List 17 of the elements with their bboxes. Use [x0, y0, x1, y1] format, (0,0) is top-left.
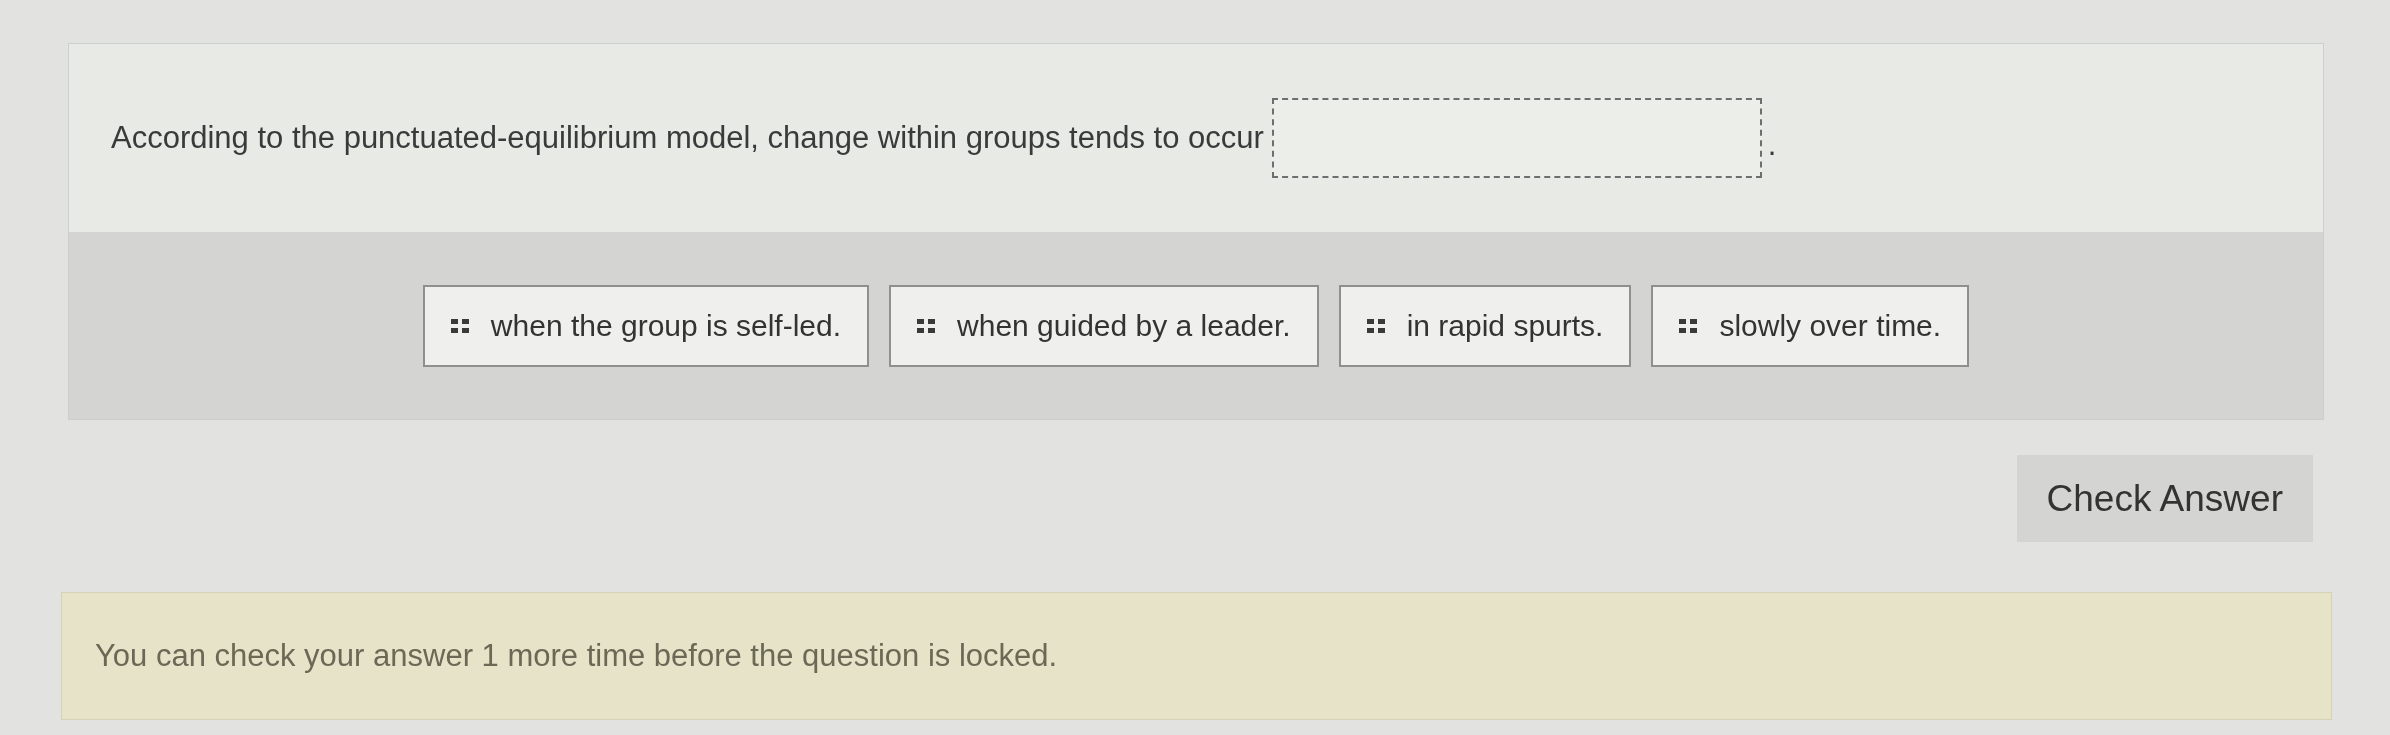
answer-choice-chip[interactable]: when guided by a leader.: [889, 284, 1319, 367]
attempts-notice-text: You can check your answer 1 more time before the question is locked.: [95, 636, 1058, 675]
drag-handle-icon: [1679, 318, 1698, 333]
answer-choice-chip[interactable]: slowly over time.: [1651, 284, 1970, 367]
choice-label: when guided by a leader.: [957, 308, 1291, 344]
check-answer-button[interactable]: Check Answer: [2016, 455, 2313, 542]
answer-choice-chip[interactable]: when the group is self-led.: [422, 284, 870, 367]
drop-zone-field[interactable]: [1271, 98, 1762, 178]
drag-handle-icon: [450, 318, 469, 333]
drag-handle-icon: [917, 318, 936, 333]
choice-label: when the group is self-led.: [490, 308, 842, 344]
choice-label: in rapid spurts.: [1406, 308, 1604, 344]
answer-choice-chip[interactable]: in rapid spurts.: [1338, 284, 1632, 367]
choice-label: slowly over time.: [1719, 308, 1942, 344]
sentence-period: .: [1767, 125, 1777, 164]
question-text: According to the punctuated-equilibrium model, change within groups tends to occur: [111, 118, 1264, 157]
drag-handle-icon: [1366, 318, 1385, 333]
